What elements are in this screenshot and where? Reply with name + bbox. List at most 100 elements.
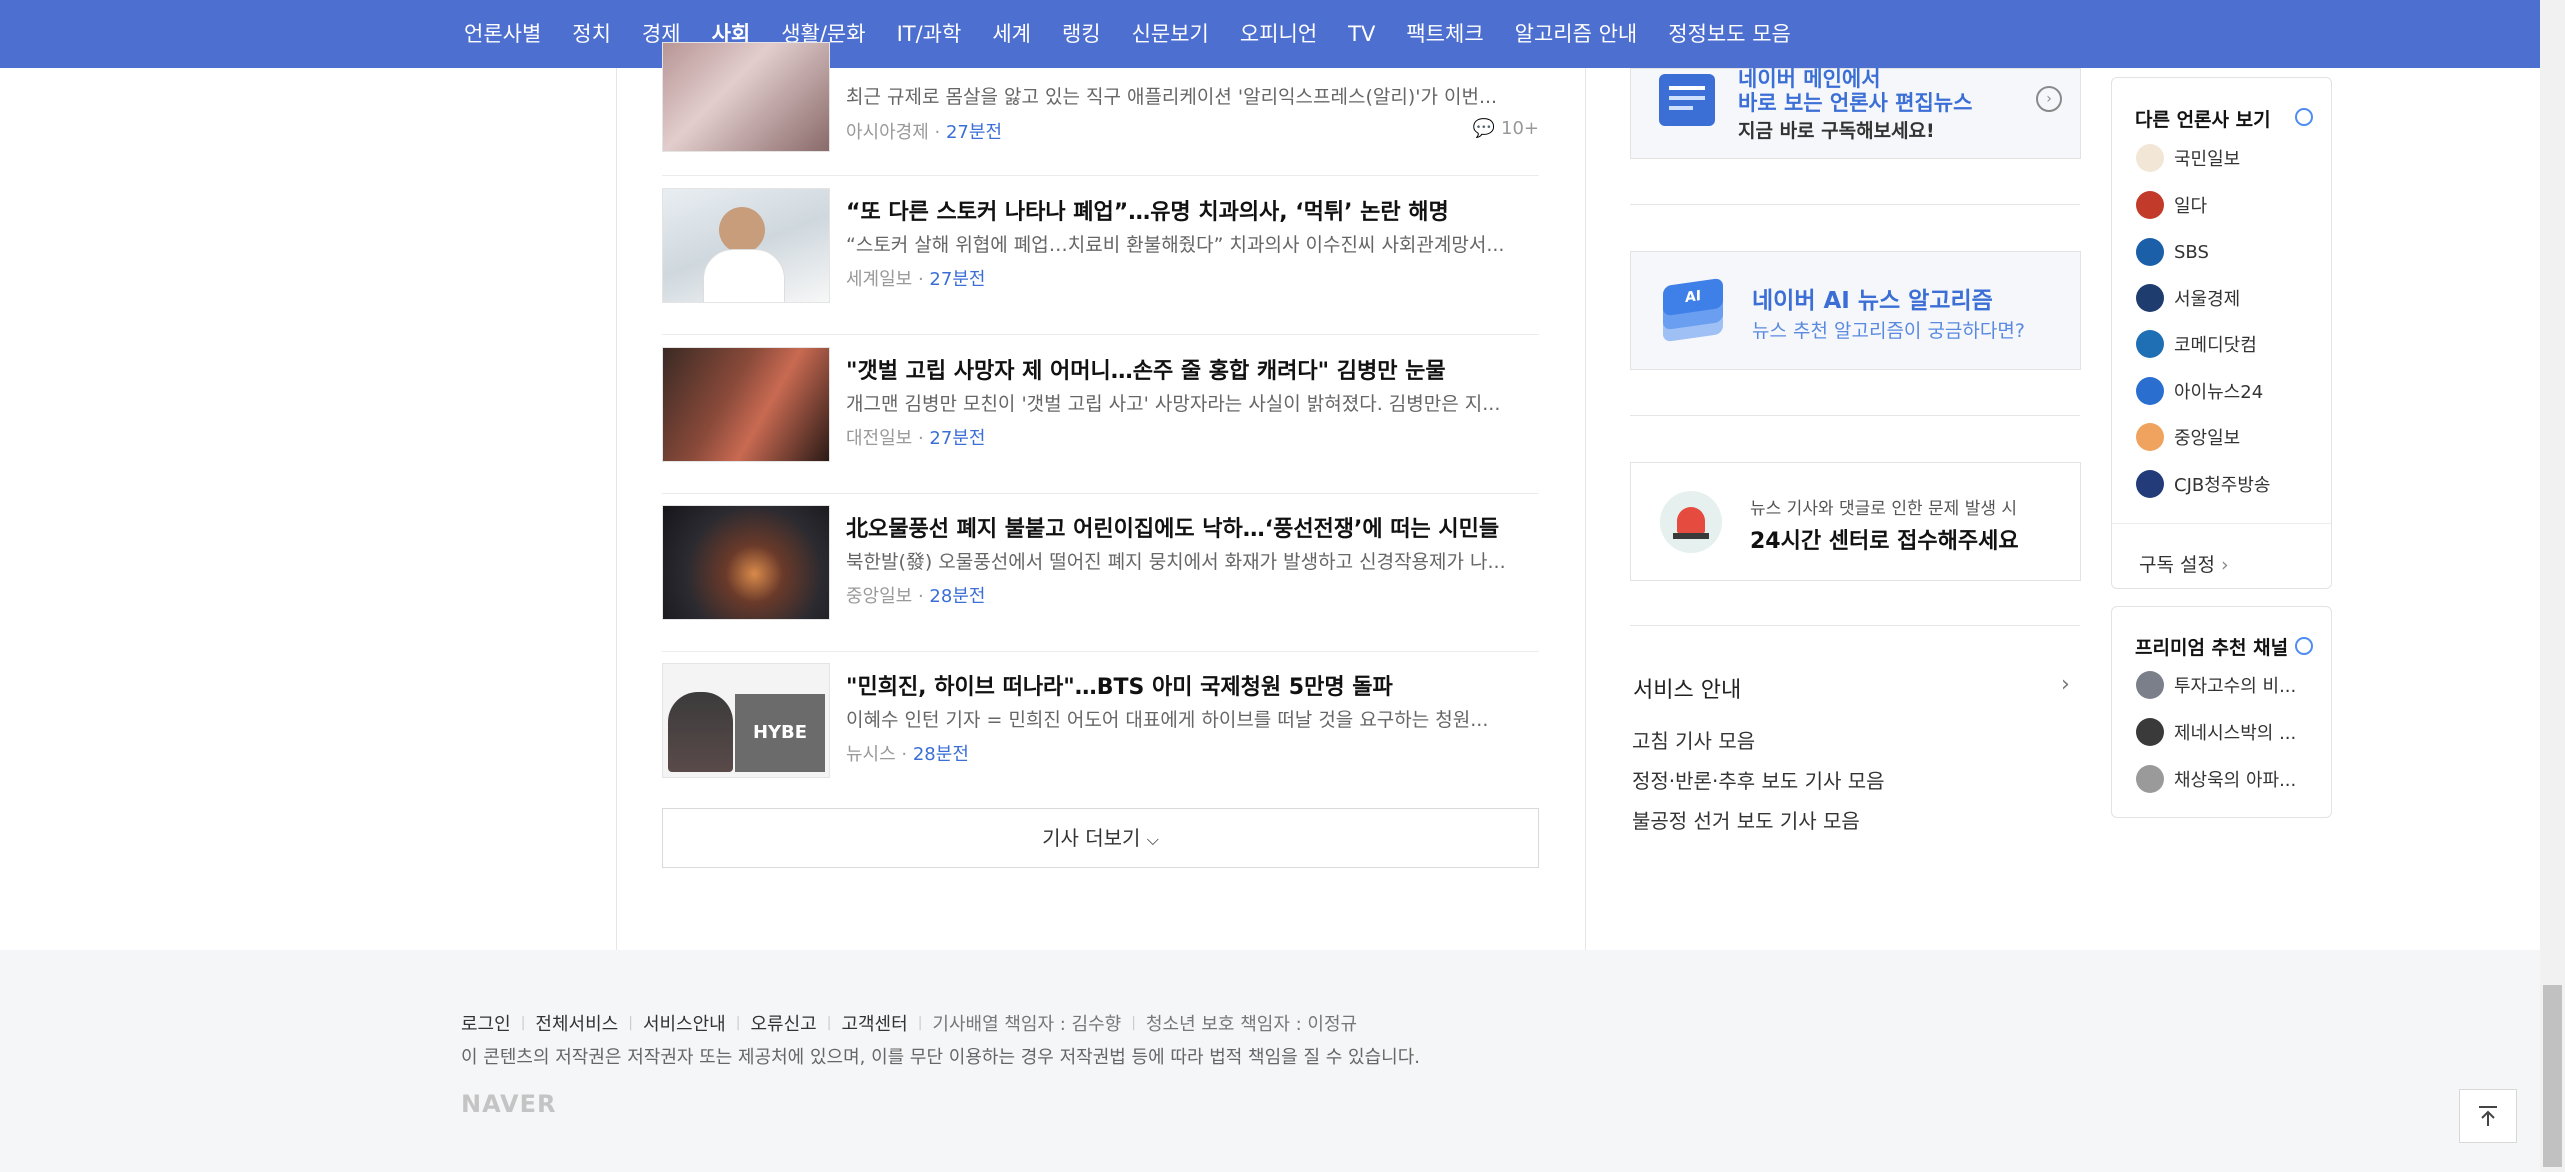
press-name: 서울경제 (2174, 289, 2241, 310)
article-time: 27분전 (945, 122, 1003, 143)
press-logo-icon (2136, 470, 2164, 498)
service-guide-title[interactable]: 서비스 안내 (1633, 672, 1741, 704)
channel-name: 제네시스박의 ... (2174, 723, 2297, 744)
press-item[interactable]: 중앙일보 (2136, 423, 2240, 451)
press-name: 일다 (2174, 196, 2208, 217)
refresh-icon[interactable] (2295, 108, 2313, 126)
press-item[interactable]: 서울경제 (2136, 284, 2240, 312)
edit-news-promo[interactable]: 네이버 메인에서 바로 보는 언론사 편집뉴스 지금 바로 구독해보세요! › (1630, 67, 2081, 159)
article-item[interactable]: “또 다른 스토커 나타나 폐업”…유명 치과의사, ‘먹튀’ 논란 해명 “스… (662, 176, 1539, 335)
ai-layers-icon: AI (1659, 274, 1727, 344)
report-center-promo[interactable]: 뉴스 기사와 댓글로 인한 문제 발생 시 24시간 센터로 접수해주세요 (1630, 462, 2081, 581)
article-meta: 뉴시스 · 28분전 (846, 744, 969, 765)
article-item[interactable]: 北오물풍선 폐지 불붙고 어린이집에도 낙하…‘풍선전쟁’에 떠는 시민들 북한… (662, 493, 1539, 652)
press-item[interactable]: 아이뉴스24 (2136, 377, 2263, 405)
press-item[interactable]: 코메디닷컴 (2136, 330, 2257, 358)
nav-press[interactable]: 언론사별 (464, 0, 541, 68)
article-meta: 중앙일보 · 28분전 (846, 586, 986, 607)
article-time: 28분전 (912, 744, 969, 765)
article-summary: 개그맨 김병만 모친이 '갯벌 고립 사고' 사망자라는 사실이 밝혀졌다. 김… (846, 393, 1501, 415)
article-thumbnail[interactable] (662, 347, 830, 462)
unfair-election-reports-link[interactable]: 불공정 선거 보도 기사 모음 (1632, 805, 1860, 834)
column-divider (616, 68, 617, 950)
premium-item[interactable]: 제네시스박의 ... (2136, 718, 2296, 746)
article-meta: 아시아경제 · 27분전 (846, 122, 1003, 143)
section-divider (1630, 415, 2080, 416)
footer-all-services-link[interactable]: 전체서비스 (535, 1010, 618, 1036)
naver-logo[interactable]: NAVER (461, 1090, 556, 1118)
other-press-widget: 다른 언론사 보기 국민일보 일다 SBS 서울경제 코메디닷컴 아이뉴스24 … (2111, 77, 2332, 589)
footer-links: 로그인 | 전체서비스 | 서비스안내 | 오류신고 | 고객센터 | 기사배열 책임자 … (461, 1010, 1357, 1036)
comment-count[interactable]: 💬 10+ (1473, 118, 1539, 139)
channel-avatar (2136, 718, 2164, 746)
article-meta: 대전일보 · 27분전 (846, 428, 986, 449)
press-name: 국민일보 (2174, 149, 2241, 170)
premium-title: 프리미엄 추천 채널 (2135, 637, 2289, 659)
footer-error-report-link[interactable]: 오류신고 (750, 1010, 816, 1036)
article-headline[interactable]: “또 다른 스토커 나타나 폐업”…유명 치과의사, ‘먹튀’ 논란 해명 (846, 194, 1539, 226)
premium-channel-widget: 프리미엄 추천 채널 투자고수의 비... 제네시스박의 ... 채상욱의 아파… (2111, 606, 2332, 818)
article-headline[interactable]: "민희진, 하이브 떠나라"…BTS 아미 국제청원 5만명 돌파 (846, 669, 1539, 701)
chevron-right-icon[interactable]: › (2061, 672, 2070, 697)
article-meta: 세계일보 · 27분전 (846, 269, 986, 290)
press-item[interactable]: SBS (2136, 238, 2209, 266)
corrected-articles-link[interactable]: 고침 기사 모음 (1632, 725, 1755, 754)
press-name: CJB청주방송 (2174, 475, 2271, 496)
article-thumbnail[interactable] (662, 188, 830, 303)
channel-avatar (2136, 765, 2164, 793)
article-thumbnail[interactable]: HYBE (662, 663, 830, 778)
article-thumbnail[interactable] (662, 505, 830, 620)
section-divider (1630, 625, 2080, 626)
press-item[interactable]: 국민일보 (2136, 144, 2240, 172)
article-headline[interactable]: 北오물풍선 폐지 불붙고 어린이집에도 낙하…‘풍선전쟁’에 떠는 시민들 (846, 511, 1539, 543)
article-item[interactable]: 최근 규제로 몸살을 앓고 있는 직구 애플리케이션 '알리익스프레스(알리)'… (662, 42, 1539, 176)
thumbnail-figure (668, 692, 733, 772)
footer-youth-officer-info: 청소년 보호 책임자 : 이정규 (1145, 1014, 1358, 1035)
nav-politics[interactable]: 정치 (572, 0, 611, 68)
press-item[interactable]: CJB청주방송 (2136, 470, 2270, 498)
scroll-to-top-button[interactable] (2459, 1089, 2517, 1143)
channel-avatar (2136, 671, 2164, 699)
subscription-settings-label: 구독 설정 (2139, 554, 2215, 576)
ai-promo-subtitle: 뉴스 추천 알고리즘이 궁금하다면? (1752, 320, 2025, 342)
more-articles-button[interactable]: 기사 더보기 ⌵ (662, 808, 1539, 868)
comment-icon: 💬 (1472, 118, 1496, 139)
article-summary: 이혜수 인턴 기자 = 민희진 어도어 대표에게 하이브를 떠날 것을 요구하는… (846, 709, 1489, 731)
article-time: 28분전 (929, 586, 986, 607)
page-scrollbar[interactable] (2540, 0, 2565, 1172)
arrow-up-icon (2479, 1106, 2497, 1126)
nav-corrections[interactable]: 정정보도 모음 (1668, 0, 1791, 68)
article-source: 뉴시스 (846, 744, 896, 765)
widget-divider (2112, 523, 2331, 524)
footer-service-guide-link[interactable]: 서비스안내 (643, 1010, 726, 1036)
press-logo-icon (2136, 191, 2164, 219)
thumbnail-figure (719, 207, 765, 253)
footer-customer-center-link[interactable]: 고객센터 (841, 1010, 907, 1036)
article-thumbnail[interactable] (662, 42, 830, 152)
press-logo-icon (2136, 144, 2164, 172)
footer: 로그인 | 전체서비스 | 서비스안내 | 오류신고 | 고객센터 | 기사배열 책임자 … (0, 950, 2540, 1172)
scrollbar-thumb[interactable] (2543, 985, 2562, 1167)
press-name: 중앙일보 (2174, 428, 2241, 449)
premium-item[interactable]: 채상욱의 아파... (2136, 765, 2296, 793)
press-logo-icon (2136, 238, 2164, 266)
press-item[interactable]: 일다 (2136, 191, 2207, 219)
chevron-right-icon[interactable]: › (2036, 86, 2062, 112)
copyright-notice: 이 콘텐츠의 저작권은 저작권자 또는 제공처에 있으며, 이를 무단 이용하는… (461, 1047, 1420, 1068)
subscription-settings-link[interactable]: 구독 설정 › (2139, 550, 2229, 577)
column-divider (1585, 68, 1586, 950)
refresh-icon[interactable] (2295, 637, 2313, 655)
thumbnail-figure (703, 249, 785, 302)
footer-login-link[interactable]: 로그인 (461, 1010, 511, 1036)
article-headline[interactable]: "갯벌 고립 사망자 제 어머니…손주 줄 홍합 캐려다" 김병만 눈물 (846, 353, 1539, 385)
premium-item[interactable]: 투자고수의 비... (2136, 671, 2296, 699)
footer-editor-info: 기사배열 책임자 : 김수향 (932, 1014, 1122, 1035)
article-item[interactable]: HYBE "민희진, 하이브 떠나라"…BTS 아미 국제청원 5만명 돌파 이… (662, 651, 1539, 809)
correction-reports-link[interactable]: 정정·반론·추후 보도 기사 모음 (1632, 765, 1885, 794)
article-summary: 최근 규제로 몸살을 앓고 있는 직구 애플리케이션 '알리익스프레스(알리)'… (846, 86, 1498, 108)
ai-news-promo[interactable]: AI 네이버 AI 뉴스 알고리즘 뉴스 추천 알고리즘이 궁금하다면? (1630, 251, 2081, 370)
more-articles-label: 기사 더보기 (1042, 826, 1141, 850)
article-item[interactable]: "갯벌 고립 사망자 제 어머니…손주 줄 홍합 캐려다" 김병만 눈물 개그맨… (662, 335, 1539, 494)
press-name: 아이뉴스24 (2174, 382, 2264, 403)
channel-name: 투자고수의 비... (2174, 676, 2297, 697)
